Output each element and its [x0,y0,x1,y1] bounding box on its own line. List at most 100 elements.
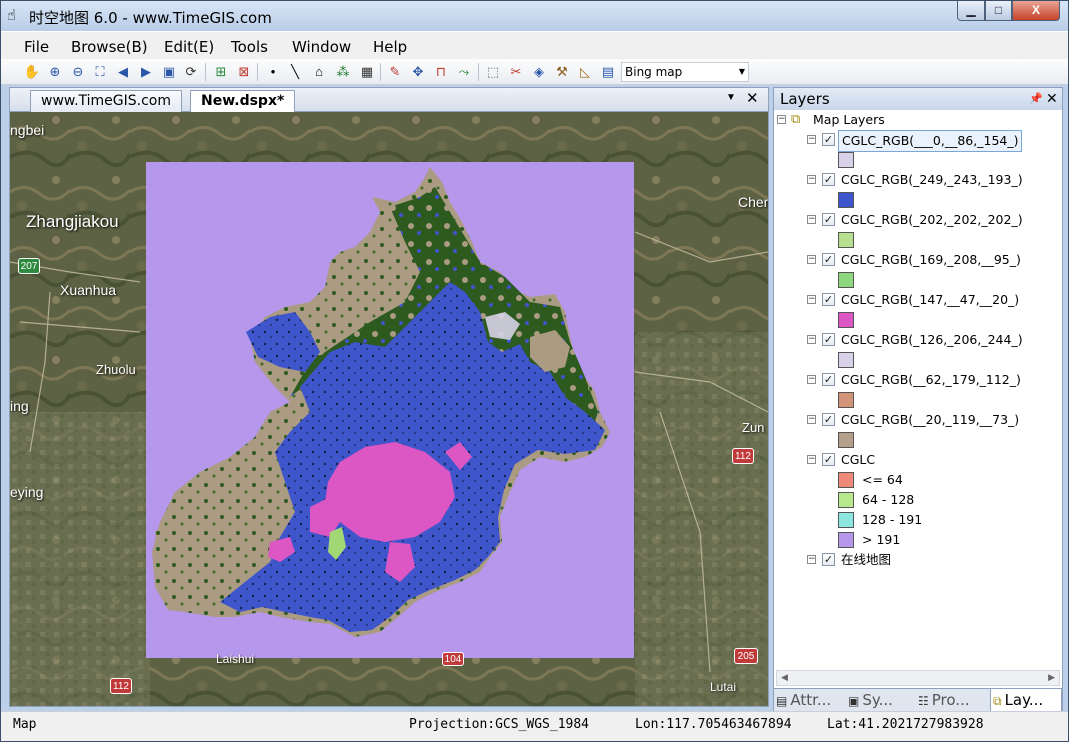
collapse-icon[interactable]: − [807,375,816,384]
close-panel-icon[interactable]: ✕ [1046,88,1058,110]
collapse-icon[interactable]: − [807,455,816,464]
document-area: www.TimeGIS.com New.dspx* ▼ ✕ ngbei Zhan… [9,87,769,707]
grid-icon[interactable]: ▦ [358,63,376,81]
layer-visibility-checkbox[interactable]: ✓ [822,553,835,566]
tab-new-dspx[interactable]: New.dspx* [190,90,296,112]
layer-item[interactable]: − ✓ CGLC_RGB(_249,_243,_193_) [774,170,1060,190]
collapse-icon[interactable]: − [807,335,816,344]
snap-icon[interactable]: ⤳ [455,63,473,81]
layers-stack-icon: ⧉ [791,112,801,127]
delete-icon[interactable]: ✂ [507,63,525,81]
hammer-icon[interactable]: ⚒ [553,63,571,81]
layer-item[interactable]: − ✓ CGLC_RGB(__62,_179,_112_) [774,370,1060,390]
pan-icon[interactable]: ✋ [23,63,41,81]
scroll-right-icon[interactable]: ▶ [1048,672,1055,683]
layer-label: CGLC_RGB(_147,__47,__20_) [841,292,1020,307]
layer-visibility-checkbox[interactable]: ✓ [822,333,835,346]
layer-item[interactable]: − ✓ CGLC_RGB(__20,_119,__73_) [774,410,1060,430]
menu-tools[interactable]: Tools [231,38,268,56]
legend-class: 128 - 191 [838,510,1038,530]
zoom-layer-icon[interactable]: ▣ [160,63,178,81]
layer-item-online-map[interactable]: − ✓ 在线地图 [774,550,1060,570]
map-canvas[interactable]: ngbei Zhangjiakou Xuanhua Zhuolu ing eyi… [10,112,768,706]
title-bar[interactable]: ☝ 时空地图 6.0 - www.TimeGIS.com ▁ □ X [1,1,1068,31]
add-layer-icon[interactable]: ⊞ [212,63,230,81]
pin-icon[interactable]: 📌 [1029,88,1043,110]
legend-swatch [838,532,854,548]
polygon-icon[interactable]: ⌂ [310,63,328,81]
tab-attributes[interactable]: ▤ Attr... [774,689,846,712]
tree-root-label: Map Layers [813,112,885,127]
layer-visibility-checkbox[interactable]: ✓ [822,253,835,266]
map-label: eying [10,484,44,500]
menu-edit[interactable]: Edit(E) [164,38,214,56]
menu-window[interactable]: Window [292,38,351,56]
multipoint-icon[interactable]: ⁂ [334,63,352,81]
layer-swatch [838,312,854,328]
menu-help[interactable]: Help [373,38,407,56]
line-icon[interactable]: ╲ [286,63,304,81]
layer-visibility-checkbox[interactable]: ✓ [822,133,835,146]
collapse-icon[interactable]: − [807,215,816,224]
tab-list-icon[interactable]: ▼ [726,92,736,103]
tab-layers[interactable]: ⧉ Lay... [990,689,1062,712]
measure-icon[interactable]: ◺ [576,63,594,81]
scroll-left-icon[interactable]: ◀ [781,672,788,683]
layer-visibility-checkbox[interactable]: ✓ [822,173,835,186]
collapse-icon[interactable]: − [807,135,816,144]
full-extent-icon[interactable]: ⛶ [91,63,109,81]
collapse-icon[interactable]: − [807,175,816,184]
layer-visibility-checkbox[interactable]: ✓ [822,213,835,226]
map-svg[interactable] [10,112,768,706]
tree-root[interactable]: − ⧉ Map Layers [774,110,1060,130]
close-button[interactable]: X [1012,1,1060,21]
forward-icon[interactable]: ▶ [137,63,155,81]
collapse-icon[interactable]: − [807,295,816,304]
refresh-icon[interactable]: ⟳ [182,63,200,81]
layer-item[interactable]: − ✓ CGLC_RGB(_169,_208,__95_) [774,250,1060,270]
layer-item[interactable]: − ✓ CGLC_RGB(_147,__47,__20_) [774,290,1060,310]
layer-label: CGLC_RGB(_169,_208,__95_) [841,252,1021,267]
basemap-select[interactable]: Bing map ▼ [621,62,749,82]
edit-icon[interactable]: ✎ [386,63,404,81]
move-icon[interactable]: ✥ [409,63,427,81]
menu-browse[interactable]: Browse(B) [71,38,148,56]
minimize-button[interactable]: ▁ [957,1,985,21]
tab-label: Pro... [931,691,970,709]
layer-swatch [838,352,854,368]
remove-layer-icon[interactable]: ⊠ [235,63,253,81]
zoom-out-icon[interactable]: ⊖ [69,63,87,81]
tab-timegis[interactable]: www.TimeGIS.com [30,90,182,112]
layer-item-cglc[interactable]: − ✓ CGLC [774,450,1060,470]
maximize-button[interactable]: □ [985,1,1012,21]
point-icon[interactable]: • [264,63,282,81]
attributes-icon: ▤ [776,694,788,708]
toolbar-separator [257,63,258,81]
collapse-icon[interactable]: − [807,555,816,564]
layer-visibility-checkbox[interactable]: ✓ [822,453,835,466]
tab-properties[interactable]: ☷ Pro... [916,689,988,712]
table-icon[interactable]: ▤ [599,63,617,81]
tab-symbology[interactable]: ▣ Sy... [846,689,914,712]
layer-visibility-checkbox[interactable]: ✓ [822,373,835,386]
symbology-icon: ▣ [848,694,860,708]
status-latitude: Lat:41.2021727983928 [827,717,984,732]
collapse-icon[interactable]: − [777,115,786,124]
zoom-in-icon[interactable]: ⊕ [46,63,64,81]
back-icon[interactable]: ◀ [114,63,132,81]
layer-item[interactable]: − ✓ CGLC_RGB(_126,_206,_244_) [774,330,1060,350]
menu-file[interactable]: File [24,38,49,56]
magnet-icon[interactable]: ⊓ [432,63,450,81]
identify-icon[interactable]: ◈ [530,63,548,81]
basemap-fields [10,412,150,706]
close-tab-icon[interactable]: ✕ [746,89,759,107]
legend-label: 128 - 191 [862,512,923,527]
layer-visibility-checkbox[interactable]: ✓ [822,413,835,426]
layer-item[interactable]: − ✓ CGLC_RGB(___0,__86,_154_) [774,130,1060,152]
collapse-icon[interactable]: − [807,255,816,264]
layer-item[interactable]: − ✓ CGLC_RGB(_202,_202,_202_) [774,210,1060,230]
horizontal-scrollbar[interactable]: ◀ ▶ [776,670,1060,686]
collapse-icon[interactable]: − [807,415,816,424]
select-icon[interactable]: ⬚ [484,63,502,81]
layer-visibility-checkbox[interactable]: ✓ [822,293,835,306]
